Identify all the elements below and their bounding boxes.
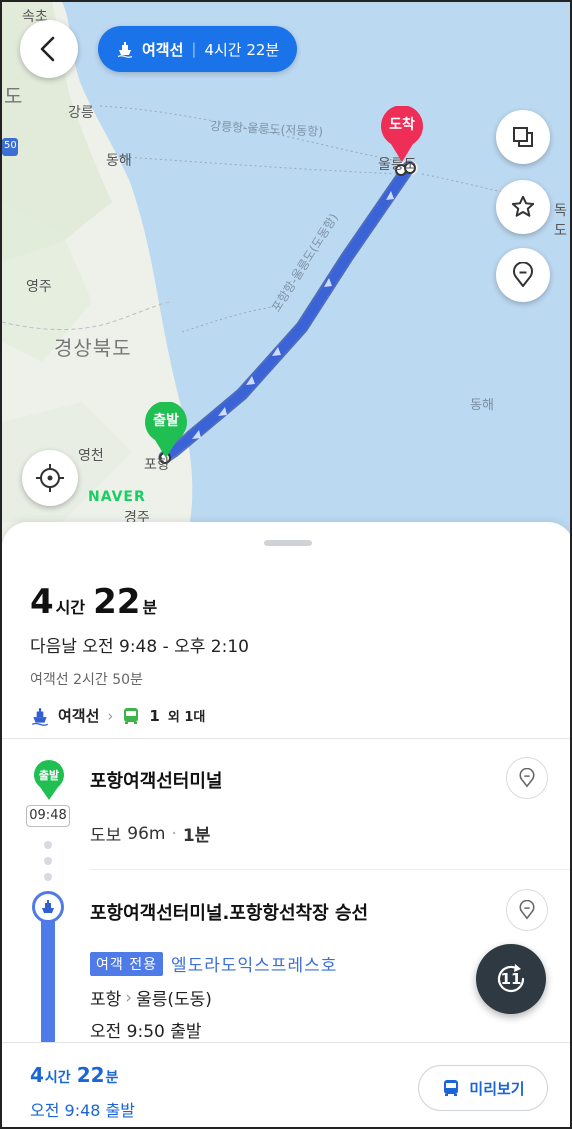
- board-step-title[interactable]: 포항여객선터미널.포항항선착장 승선: [90, 899, 368, 925]
- ferry-route-to: 울릉(도동): [136, 990, 212, 1010]
- map-label-yeongcheon: 영천: [78, 448, 104, 464]
- sheet-drag-handle[interactable]: [264, 540, 312, 546]
- chevron-left-icon: [40, 36, 55, 62]
- mode-ferry-label: 여객선: [58, 707, 100, 725]
- end-pin[interactable]: 도착: [379, 105, 425, 164]
- bus-icon: [124, 707, 139, 724]
- walk-dot: [44, 841, 52, 849]
- app-frame: 속초 도 강릉 동해 영주 경상북도 영천 포항 경주 울릉도 독도 동해 강릉…: [0, 0, 572, 1129]
- walk-time: 1분: [182, 826, 211, 846]
- ferry-icon: [31, 707, 49, 726]
- bottom-minutes-unit: 분: [105, 1070, 119, 1086]
- start-step-pin: 출발: [32, 759, 66, 801]
- layers-icon: [513, 127, 533, 147]
- map-road-number: 50: [4, 140, 17, 151]
- end-pin-label: 도착: [389, 117, 415, 133]
- ferry-node: [32, 891, 64, 923]
- bottom-departure: 오전 9:48 출발: [30, 1101, 135, 1120]
- mode-bus-count: 1: [149, 706, 160, 725]
- duration-minutes: 22: [93, 582, 141, 622]
- ship-info: 여객 전용 엘도라도익스프레스호: [90, 951, 337, 976]
- map-label-gyeongbuk: 경상북도: [54, 336, 132, 360]
- total-duration: 4 시간 22 분: [30, 582, 249, 622]
- walk-distance: 96m: [127, 823, 166, 844]
- duration-minutes-unit: 분: [142, 598, 158, 617]
- ferry-icon: [117, 42, 133, 58]
- bottom-minutes: 22: [76, 1063, 105, 1087]
- time-range: 다음날 오전 9:48 - 오후 2:10: [30, 637, 249, 657]
- start-pin[interactable]: 출발: [143, 401, 189, 460]
- bus-icon: [444, 1080, 459, 1096]
- map-label-gangneung: 강릉: [68, 105, 94, 121]
- star-icon: [511, 195, 535, 217]
- map-pin-icon: [519, 900, 535, 920]
- route-summary: 4 시간 22 분 다음날 오전 9:48 - 오후 2:10 여객선 2시간 …: [30, 582, 249, 726]
- transport-mode-chip[interactable]: 여객선 | 4시간 22분: [98, 26, 298, 72]
- start-pin-label: 출발: [153, 413, 179, 429]
- start-time-tag: 09:48: [26, 805, 70, 827]
- map-pin-icon: [513, 262, 533, 287]
- board-step-map-button[interactable]: [506, 889, 548, 931]
- bottom-hours-unit: 시간: [44, 1070, 71, 1086]
- ferry-departure: 오전 9:50 출발: [90, 1022, 202, 1042]
- map-label-east-sea: 동해: [470, 398, 494, 413]
- map-label-do: 도: [4, 84, 24, 108]
- mode-bus-rest: 외 1대: [167, 710, 206, 725]
- map-label-donghae-city: 동해: [106, 153, 132, 169]
- preview-button-label: 미리보기: [469, 1079, 525, 1098]
- walk-label: 도보: [90, 826, 122, 846]
- favorite-button[interactable]: [496, 180, 550, 234]
- passenger-only-badge: 여객 전용: [90, 951, 163, 976]
- duration-hours: 4: [30, 582, 54, 622]
- ferry-segment-line: [41, 919, 55, 1049]
- preview-button[interactable]: 미리보기: [418, 1065, 548, 1111]
- mode-chip-separator: |: [191, 40, 197, 58]
- step-divider: [90, 869, 570, 870]
- mode-chip-duration: 4시간 22분: [204, 40, 280, 59]
- bottom-hours: 4: [30, 1063, 44, 1087]
- refresh-count-label: 11: [500, 970, 522, 988]
- chevron-right-icon: ›: [107, 706, 114, 725]
- transport-modes: 여객선 › 1 외 1대: [30, 705, 249, 726]
- map-pin-icon: [519, 768, 535, 788]
- crosshair-icon: [36, 464, 64, 492]
- ferry-route-from: 포항: [90, 990, 122, 1010]
- walk-separator: ·: [171, 823, 177, 844]
- route-detail-sheet[interactable]: 4 시간 22 분 다음날 오전 9:48 - 오후 2:10 여객선 2시간 …: [2, 522, 570, 1127]
- walk-dot: [44, 857, 52, 865]
- walk-segment: 도보 96m · 1분: [90, 821, 211, 847]
- map-view[interactable]: 속초 도 강릉 동해 영주 경상북도 영천 포항 경주 울릉도 독도 동해 강릉…: [2, 2, 570, 562]
- start-step-map-button[interactable]: [506, 757, 548, 799]
- map-label-yeongju: 영주: [26, 279, 52, 295]
- start-step-title[interactable]: 포항여객선터미널: [90, 767, 222, 793]
- current-location-button[interactable]: [22, 450, 78, 506]
- ferry-route: 포항 › 울릉(도동): [90, 985, 212, 1011]
- map-label-dokdo: 독도: [554, 203, 567, 239]
- ship-name[interactable]: 엘도라도익스프레스호: [171, 951, 337, 976]
- bottom-summary-bar: 4 시간 22 분 오전 9:48 출발 미리보기: [2, 1042, 570, 1127]
- refresh-count-button[interactable]: 11: [476, 944, 546, 1014]
- chevron-right-icon: ›: [125, 987, 133, 1008]
- ferry-icon: [42, 900, 54, 913]
- back-button[interactable]: [20, 20, 78, 78]
- start-step-badge: 출발: [38, 769, 60, 782]
- duration-hours-unit: 시간: [55, 598, 86, 617]
- layers-button[interactable]: [496, 110, 550, 164]
- ferry-duration-info: 여객선 2시간 50분: [30, 672, 143, 688]
- walk-dot: [44, 873, 52, 881]
- naver-logo: NAVER: [88, 489, 146, 505]
- mode-chip-label: 여객선: [142, 40, 184, 59]
- section-divider: [2, 738, 570, 739]
- bottom-duration: 4 시간 22 분: [30, 1063, 124, 1087]
- location-pin-button[interactable]: [496, 248, 550, 302]
